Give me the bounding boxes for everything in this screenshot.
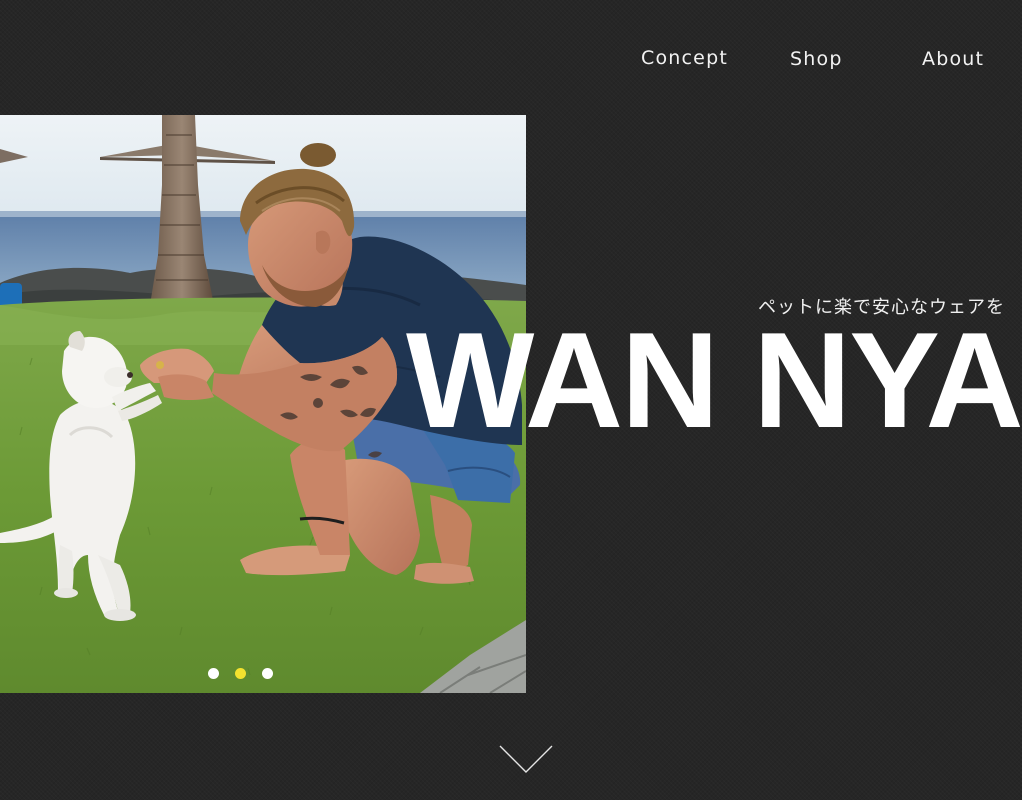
slider-dot-1[interactable]	[208, 668, 219, 679]
brand-title: WAN NYA	[406, 304, 1022, 456]
nav-link-about[interactable]: About	[922, 45, 984, 73]
nav-link-concept[interactable]: Concept	[641, 44, 728, 72]
chevron-down-icon	[499, 745, 553, 773]
scroll-down-button[interactable]	[499, 744, 553, 774]
landing-page: Concept Shop About ペットに楽で安心なウェアを WAN NYA	[0, 0, 1022, 800]
slider-pagination	[208, 668, 280, 680]
nav-link-shop[interactable]: Shop	[790, 45, 843, 73]
slider-dot-3[interactable]	[262, 668, 273, 679]
slider-dot-2-active[interactable]	[235, 668, 246, 679]
main-nav: Concept Shop About	[0, 44, 1022, 74]
